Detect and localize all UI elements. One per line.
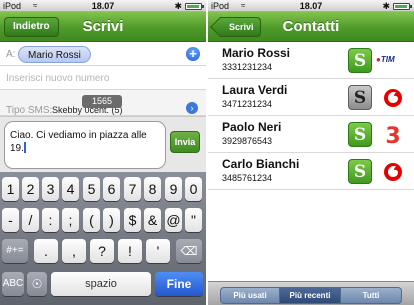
space-key[interactable]: spazio bbox=[51, 272, 151, 296]
key[interactable]: , bbox=[62, 239, 86, 263]
text-caret bbox=[23, 142, 26, 153]
key[interactable]: ! bbox=[118, 239, 142, 263]
contact-number: 3485761234 bbox=[222, 173, 273, 183]
key[interactable]: " bbox=[185, 208, 202, 232]
contact-row[interactable]: Mario Rossi 3331231234 S ●TIM bbox=[208, 42, 414, 79]
page-title: Scrivi bbox=[82, 18, 124, 35]
key[interactable]: $ bbox=[124, 208, 141, 232]
key[interactable]: 8 bbox=[144, 177, 161, 201]
key[interactable]: 3 bbox=[42, 177, 59, 201]
message-text: Ciao. Ci vediamo in piazza alle 19. bbox=[10, 130, 147, 154]
contact-name: Mario Rossi bbox=[222, 46, 291, 60]
message-input[interactable]: Ciao. Ci vediamo in piazza alle 19. bbox=[4, 121, 166, 169]
contact-name: Carlo Bianchi bbox=[222, 157, 300, 171]
contact-row[interactable]: Paolo Neri 3929876543 S 3 bbox=[208, 116, 414, 153]
compose-area: Ciao. Ci vediamo in piazza alle 19. Invi… bbox=[0, 116, 206, 177]
key[interactable]: 2 bbox=[22, 177, 39, 201]
navigation-bar: Scrivi Contatti bbox=[208, 12, 414, 42]
symbols-toggle-key[interactable]: #+= bbox=[2, 239, 28, 263]
char-counter: 1565 bbox=[82, 95, 122, 108]
contact-row[interactable]: Laura Verdi 3471231234 S bbox=[208, 79, 414, 116]
key[interactable]: 4 bbox=[62, 177, 79, 201]
recipient-row: A: Mario Rossi + bbox=[0, 42, 206, 66]
recipient-chip[interactable]: Mario Rossi bbox=[18, 46, 91, 63]
contact-number: 3929876543 bbox=[222, 136, 273, 146]
key[interactable]: . bbox=[34, 239, 58, 263]
number-row[interactable]: Inserisci nuovo numero bbox=[0, 66, 206, 90]
bluetooth-icon: ✱ bbox=[382, 1, 390, 11]
key[interactable]: - bbox=[2, 208, 19, 232]
skebby-s-icon: S bbox=[348, 159, 372, 184]
add-contact-icon[interactable]: + bbox=[186, 47, 200, 61]
done-key[interactable]: Fine bbox=[155, 272, 203, 296]
key[interactable]: 6 bbox=[103, 177, 120, 201]
tab-most-used[interactable]: Più usati bbox=[220, 287, 280, 304]
contact-number: 3331231234 bbox=[222, 62, 273, 72]
key[interactable]: 7 bbox=[124, 177, 141, 201]
key[interactable]: / bbox=[22, 208, 39, 232]
key[interactable]: : bbox=[42, 208, 59, 232]
vodafone-icon bbox=[384, 89, 402, 107]
key[interactable]: 1 bbox=[2, 177, 19, 201]
contact-name: Paolo Neri bbox=[222, 120, 282, 134]
send-button[interactable]: Invia bbox=[170, 131, 200, 153]
sms-type-label: Tipo SMS: bbox=[6, 105, 53, 116]
backspace-icon[interactable]: ⌫ bbox=[176, 239, 202, 263]
key[interactable]: ' bbox=[146, 239, 170, 263]
tre-icon: 3 bbox=[385, 124, 400, 146]
compose-screen: iPod ≈ 18.07 ✱ Indietro Scrivi A: Mario … bbox=[0, 0, 206, 305]
tab-most-recent[interactable]: Più recenti bbox=[279, 287, 341, 304]
battery-icon bbox=[393, 3, 412, 10]
keyboard: 1 2 3 4 5 6 7 8 9 0 - / : ; ( ) $ & @ " … bbox=[0, 172, 206, 305]
segmented-tab-bar: Più usati Più recenti Tutti bbox=[208, 281, 414, 305]
skebby-s-icon: S bbox=[348, 48, 372, 73]
key[interactable]: ) bbox=[103, 208, 120, 232]
number-input[interactable]: Inserisci nuovo numero bbox=[6, 73, 109, 84]
contact-name: Laura Verdi bbox=[222, 83, 288, 97]
tim-logo: ●TIM bbox=[376, 55, 395, 64]
key[interactable]: 9 bbox=[165, 177, 182, 201]
key[interactable]: 5 bbox=[83, 177, 100, 201]
key[interactable]: ( bbox=[83, 208, 100, 232]
navigation-bar: Indietro Scrivi bbox=[0, 12, 206, 42]
vodafone-icon bbox=[384, 163, 402, 181]
disclosure-icon[interactable]: › bbox=[186, 102, 198, 114]
skebby-s-icon: S bbox=[348, 122, 372, 147]
key[interactable]: & bbox=[144, 208, 161, 232]
page-title: Contatti bbox=[282, 18, 340, 35]
key[interactable]: ; bbox=[62, 208, 79, 232]
globe-icon[interactable]: ☉ bbox=[27, 272, 47, 296]
skebby-s-icon: S bbox=[348, 85, 372, 110]
status-bar: iPod ≈ 18.07 ✱ bbox=[208, 0, 414, 12]
to-label: A: bbox=[6, 49, 16, 60]
contacts-screen: iPod ≈ 18.07 ✱ Scrivi Contatti Mario Ros… bbox=[208, 0, 414, 305]
contact-number: 3471231234 bbox=[222, 99, 273, 109]
status-bar: iPod ≈ 18.07 ✱ bbox=[0, 0, 206, 12]
svg-text:3: 3 bbox=[385, 124, 400, 146]
key[interactable]: 0 bbox=[185, 177, 202, 201]
bluetooth-icon: ✱ bbox=[174, 1, 182, 11]
contact-row[interactable]: Carlo Bianchi 3485761234 S bbox=[208, 153, 414, 190]
abc-key[interactable]: ABC bbox=[2, 272, 24, 296]
battery-icon bbox=[185, 3, 204, 10]
key[interactable]: ? bbox=[90, 239, 114, 263]
tab-all[interactable]: Tutti bbox=[340, 287, 402, 304]
sms-type-row[interactable]: Tipo SMS: Skebby 0cent. (5) 1565 › bbox=[0, 95, 206, 116]
key[interactable]: @ bbox=[165, 208, 182, 232]
